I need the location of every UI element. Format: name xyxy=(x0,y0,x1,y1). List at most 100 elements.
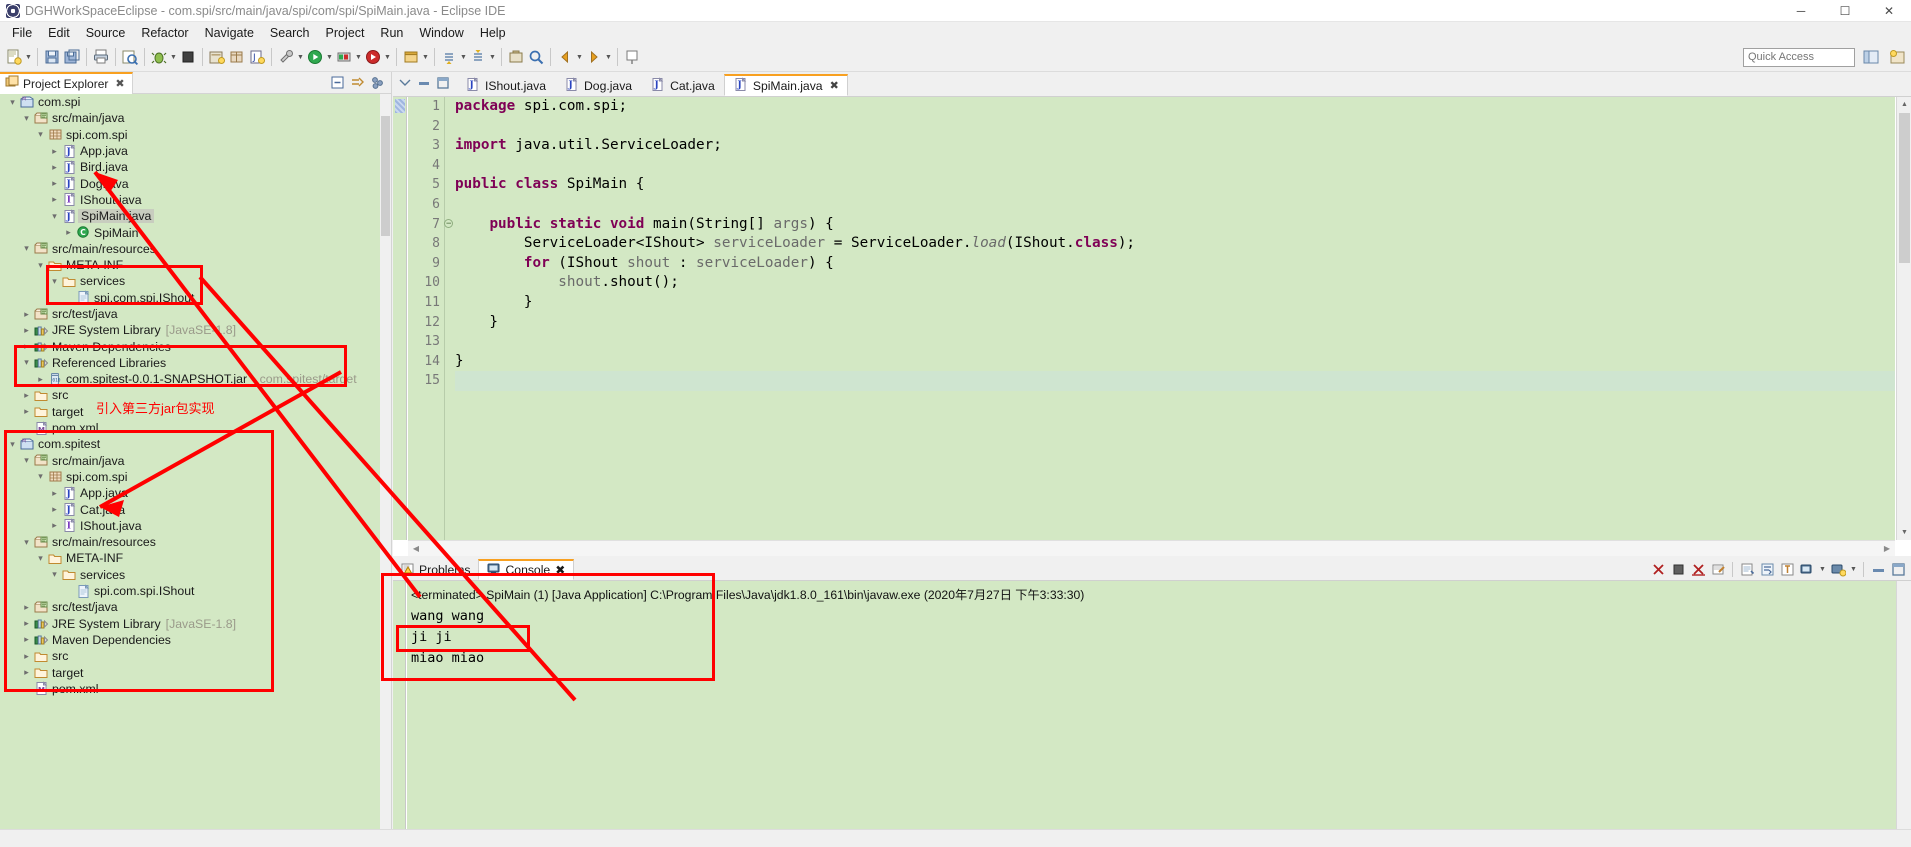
tree-item-meta-inf[interactable]: META-INF xyxy=(0,257,380,273)
coverage-icon[interactable] xyxy=(334,47,354,68)
chevron-down-icon[interactable] xyxy=(20,113,33,124)
tree-item-maven-dependencies[interactable]: Maven Dependencies xyxy=(0,338,380,354)
tree-item-spimain[interactable]: C SpiMain xyxy=(0,224,380,240)
debug-dropdown-icon[interactable]: ▼ xyxy=(169,47,178,68)
tree-item-src-test-java[interactable]: src/test/java xyxy=(0,306,380,322)
tab-console[interactable]: Console ✖ xyxy=(478,559,575,580)
pin-console-icon[interactable] xyxy=(1778,561,1796,579)
chevron-right-icon[interactable] xyxy=(48,146,61,157)
chevron-down-icon[interactable] xyxy=(48,569,61,580)
menu-help[interactable]: Help xyxy=(472,24,514,42)
tree-item-spi-com-spi[interactable]: spi.com.spi xyxy=(0,127,380,143)
chevron-right-icon[interactable] xyxy=(20,651,33,662)
code-lines[interactable]: package spi.com.spi; import java.util.Se… xyxy=(455,97,1895,540)
run-last-tool-icon[interactable] xyxy=(363,47,383,68)
new-package-icon[interactable] xyxy=(227,47,247,68)
open-task-icon[interactable] xyxy=(506,47,526,68)
remove-all-terminated-icon[interactable] xyxy=(1689,561,1707,579)
scroll-left-icon[interactable]: ◀ xyxy=(408,544,424,553)
tree-item-src-main-resources[interactable]: src/main/resources xyxy=(0,534,380,550)
chevron-right-icon[interactable] xyxy=(62,227,75,238)
chevron-right-icon[interactable] xyxy=(20,390,33,401)
chevron-down-icon[interactable] xyxy=(48,276,61,287)
chevron-down-icon[interactable] xyxy=(34,553,47,564)
tree-item-meta-inf[interactable]: META-INF xyxy=(0,550,380,566)
print-icon[interactable] xyxy=(91,47,111,68)
tree-item-cat-java[interactable]: J Cat.java xyxy=(0,501,380,517)
editor-tab-ishout[interactable]: J IShout.java xyxy=(456,74,555,96)
new-window-icon[interactable] xyxy=(401,47,421,68)
chevron-right-icon[interactable] xyxy=(20,341,33,352)
editor-overview-ruler[interactable]: ▲ ▼ xyxy=(1896,97,1911,540)
maximize-icon[interactable] xyxy=(1889,561,1907,579)
code-line[interactable]: for (IShout shout : serviceLoader) { xyxy=(455,254,1895,274)
editor-tab-spimain[interactable]: J SpiMain.java ✖ xyxy=(723,74,848,96)
editor-restore-icon[interactable] xyxy=(418,77,430,92)
chevron-down-icon[interactable] xyxy=(20,357,33,368)
open-type-icon[interactable] xyxy=(120,47,140,68)
chevron-down-icon[interactable] xyxy=(20,537,33,548)
debug-icon[interactable] xyxy=(149,47,169,68)
run-icon[interactable] xyxy=(305,47,325,68)
chevron-right-icon[interactable] xyxy=(20,602,33,613)
code-line[interactable]: shout.shout(); xyxy=(455,273,1895,293)
close-icon[interactable]: ✖ xyxy=(115,77,124,90)
maximize-button[interactable]: ☐ xyxy=(1823,0,1867,22)
display-selected-console-icon[interactable] xyxy=(1798,561,1816,579)
tree-item-referenced-libraries[interactable]: Referenced Libraries xyxy=(0,355,380,371)
tree-item-ishout-java[interactable]: I IShout.java xyxy=(0,518,380,534)
chevron-right-icon[interactable] xyxy=(48,488,61,499)
chevron-right-icon[interactable] xyxy=(20,667,33,678)
chevron-down-icon[interactable] xyxy=(48,211,61,222)
terminate-toolbar-icon[interactable] xyxy=(178,47,198,68)
open-console-icon[interactable] xyxy=(1829,561,1847,579)
new-java-project-icon[interactable] xyxy=(207,47,227,68)
tree-item-src-main-java[interactable]: src/main/java xyxy=(0,110,380,126)
chevron-right-icon[interactable] xyxy=(48,162,61,173)
tree-item-spi-com-spi-ishout[interactable]: spi.com.spi.IShout xyxy=(0,290,380,306)
project-explorer-scrollbar[interactable] xyxy=(380,94,391,829)
tree-item-dog-java[interactable]: J Dog.java xyxy=(0,175,380,191)
code-line[interactable]: public class SpiMain { xyxy=(455,175,1895,195)
tree-item-app-java[interactable]: J App.java xyxy=(0,143,380,159)
previous-annotation-icon[interactable] xyxy=(468,47,488,68)
code-line[interactable]: } xyxy=(455,352,1895,372)
tree-item-jre-system-library[interactable]: JRE System Library [JavaSE-1.8] xyxy=(0,322,380,338)
next-annotation-dropdown-icon[interactable]: ▼ xyxy=(459,47,468,68)
tree-item-maven-dependencies[interactable]: Maven Dependencies xyxy=(0,632,380,648)
new-class-icon[interactable]: J xyxy=(247,47,267,68)
chevron-right-icon[interactable] xyxy=(48,520,61,531)
editor-tab-dog[interactable]: J Dog.java xyxy=(554,74,642,96)
editor-tab-cat[interactable]: J Cat.java xyxy=(641,74,724,96)
menu-navigate[interactable]: Navigate xyxy=(197,24,262,42)
code-line[interactable]: } xyxy=(455,313,1895,333)
tree-item-target[interactable]: target xyxy=(0,664,380,680)
tree-item-pom-xml[interactable]: Mpom.xml xyxy=(0,420,380,436)
fold-collapse-icon[interactable] xyxy=(444,215,453,234)
tree-item-target[interactable]: target xyxy=(0,404,380,420)
new-window-dropdown-icon[interactable]: ▼ xyxy=(421,47,430,68)
tree-item-services[interactable]: services xyxy=(0,273,380,289)
run-dropdown-icon[interactable]: ▼ xyxy=(325,47,334,68)
code-line[interactable] xyxy=(455,156,1895,176)
editor-scrollbar-thumb[interactable] xyxy=(1899,113,1910,263)
external-tools-dropdown-icon[interactable]: ▼ xyxy=(296,47,305,68)
minimize-button[interactable]: ─ xyxy=(1779,0,1823,22)
code-line[interactable]: import java.util.ServiceLoader; xyxy=(455,136,1895,156)
menu-run[interactable]: Run xyxy=(372,24,411,42)
back-dropdown-icon[interactable]: ▼ xyxy=(575,47,584,68)
chevron-right-icon[interactable] xyxy=(20,406,33,417)
menu-file[interactable]: File xyxy=(4,24,40,42)
code-line[interactable]: package spi.com.spi; xyxy=(455,97,1895,117)
chevron-right-icon[interactable] xyxy=(48,504,61,515)
tree-item-com-spitest[interactable]: Mcom.spitest xyxy=(0,436,380,452)
tree-item-pom-xml[interactable]: Mpom.xml xyxy=(0,681,380,697)
tree-item-spi-com-spi-ishout[interactable]: spi.com.spi.IShout xyxy=(0,583,380,599)
editor-maximize-icon[interactable] xyxy=(437,76,449,92)
chevron-down-icon[interactable] xyxy=(6,439,19,450)
coverage-dropdown-icon[interactable]: ▼ xyxy=(354,47,363,68)
open-perspective-icon[interactable] xyxy=(1887,47,1907,68)
chevron-down-icon[interactable] xyxy=(34,471,47,482)
new-wizard-dropdown-icon[interactable]: ▼ xyxy=(24,47,33,68)
scroll-down-icon[interactable]: ▼ xyxy=(1897,525,1911,540)
